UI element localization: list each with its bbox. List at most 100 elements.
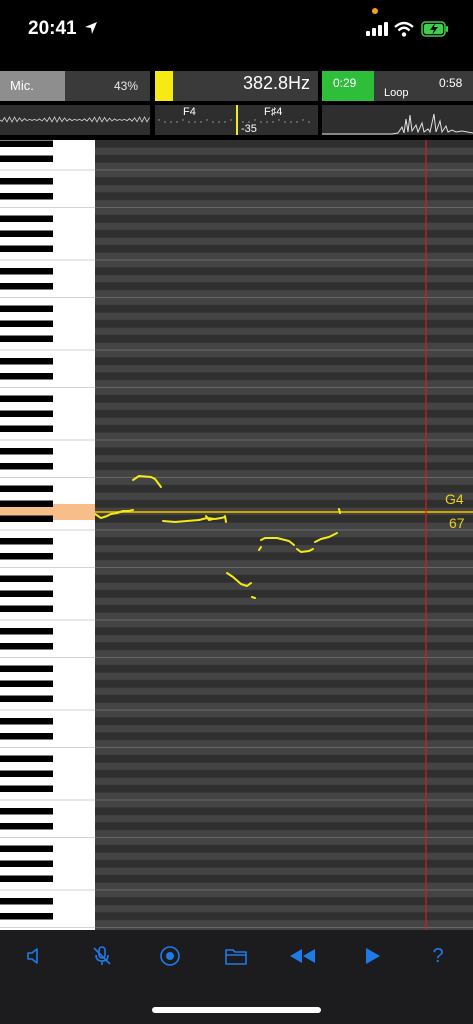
grid-row — [95, 200, 473, 208]
grid-row — [95, 282, 473, 290]
black-key[interactable] — [0, 755, 53, 763]
grid-row — [95, 485, 473, 493]
black-key[interactable] — [0, 823, 53, 830]
black-key[interactable] — [0, 898, 53, 905]
speaker-button[interactable] — [18, 940, 50, 972]
grid-row — [95, 140, 473, 148]
black-key[interactable] — [0, 808, 53, 815]
black-key[interactable] — [0, 590, 53, 598]
grid-row — [95, 860, 473, 868]
tuner-left-note: F4 — [183, 106, 196, 118]
rewind-button[interactable] — [286, 940, 318, 972]
grid-row — [95, 815, 473, 823]
black-key[interactable] — [0, 268, 53, 275]
grid-row — [95, 260, 473, 268]
grid-row — [95, 545, 473, 553]
black-key[interactable] — [0, 410, 53, 418]
black-key[interactable] — [0, 283, 53, 290]
black-key[interactable] — [0, 358, 53, 365]
mic-toggle-button[interactable] — [86, 940, 118, 972]
black-key[interactable] — [0, 628, 53, 635]
grid-row — [95, 455, 473, 463]
grid-row — [95, 327, 473, 335]
grid-row — [95, 912, 473, 920]
record-button[interactable] — [154, 940, 186, 972]
black-key[interactable] — [0, 155, 53, 163]
open-file-button[interactable] — [220, 940, 252, 972]
black-key[interactable] — [0, 448, 53, 455]
speaker-icon — [27, 948, 38, 964]
grid-row — [95, 432, 473, 440]
spectrum-panel — [322, 105, 473, 135]
black-key[interactable] — [0, 485, 53, 493]
grid-row — [95, 792, 473, 800]
grid-row — [95, 627, 473, 635]
grid-row — [95, 177, 473, 185]
black-key[interactable] — [0, 860, 53, 868]
black-key[interactable] — [0, 718, 53, 725]
black-key[interactable] — [0, 500, 53, 508]
grid-row — [95, 890, 473, 898]
tuner-right-note: F♯4 — [264, 106, 283, 118]
black-key[interactable] — [0, 695, 53, 703]
piano-roll[interactable]: G4 67 — [0, 140, 473, 930]
black-key[interactable] — [0, 785, 53, 793]
grid-row — [95, 882, 473, 890]
black-key[interactable] — [0, 538, 53, 545]
black-key[interactable] — [0, 575, 53, 583]
black-key[interactable] — [0, 665, 53, 673]
black-key[interactable] — [0, 373, 53, 380]
grid-row — [95, 830, 473, 838]
play-button[interactable] — [356, 940, 388, 972]
black-key[interactable] — [0, 178, 53, 185]
grid-row — [95, 762, 473, 770]
grid-row — [95, 777, 473, 785]
pitch-grid[interactable] — [95, 140, 473, 930]
grid-row — [95, 335, 473, 343]
grid-row — [95, 147, 473, 155]
piano-keyboard[interactable] — [0, 140, 95, 930]
black-key[interactable] — [0, 215, 53, 223]
grid-row — [95, 845, 473, 853]
black-key[interactable] — [0, 395, 53, 403]
black-key[interactable] — [0, 643, 53, 650]
grid-row — [95, 657, 473, 665]
privacy-indicator — [372, 8, 378, 14]
grid-row — [95, 440, 473, 448]
grid-row — [95, 552, 473, 560]
black-key[interactable] — [0, 140, 53, 148]
black-key[interactable] — [0, 875, 53, 883]
black-key[interactable] — [0, 605, 53, 613]
black-key[interactable] — [0, 515, 53, 523]
black-key[interactable] — [0, 770, 53, 778]
grid-row — [95, 387, 473, 395]
black-key[interactable] — [0, 245, 53, 253]
loop-start-time: 0:29 — [333, 76, 357, 90]
grid-row — [95, 492, 473, 500]
black-key[interactable] — [0, 913, 53, 920]
grid-row — [95, 755, 473, 763]
black-key[interactable] — [0, 335, 53, 343]
black-key[interactable] — [0, 320, 53, 328]
grid-row — [95, 365, 473, 373]
grid-row — [95, 170, 473, 178]
black-key[interactable] — [0, 680, 53, 688]
black-key[interactable] — [0, 230, 53, 238]
grid-row — [95, 515, 473, 523]
grid-row — [95, 612, 473, 620]
help-button[interactable]: ? — [422, 940, 454, 972]
black-key[interactable] — [0, 193, 53, 200]
black-key[interactable] — [0, 463, 53, 470]
grid-row — [95, 740, 473, 748]
black-key[interactable] — [0, 425, 53, 433]
grid-row — [95, 597, 473, 605]
grid-row — [95, 447, 473, 455]
black-key[interactable] — [0, 733, 53, 740]
grid-row — [95, 462, 473, 470]
grid-row — [95, 267, 473, 275]
grid-row — [95, 665, 473, 673]
black-key[interactable] — [0, 845, 53, 853]
black-key[interactable] — [0, 553, 53, 560]
black-key[interactable] — [0, 305, 53, 313]
wifi-icon — [394, 21, 414, 37]
